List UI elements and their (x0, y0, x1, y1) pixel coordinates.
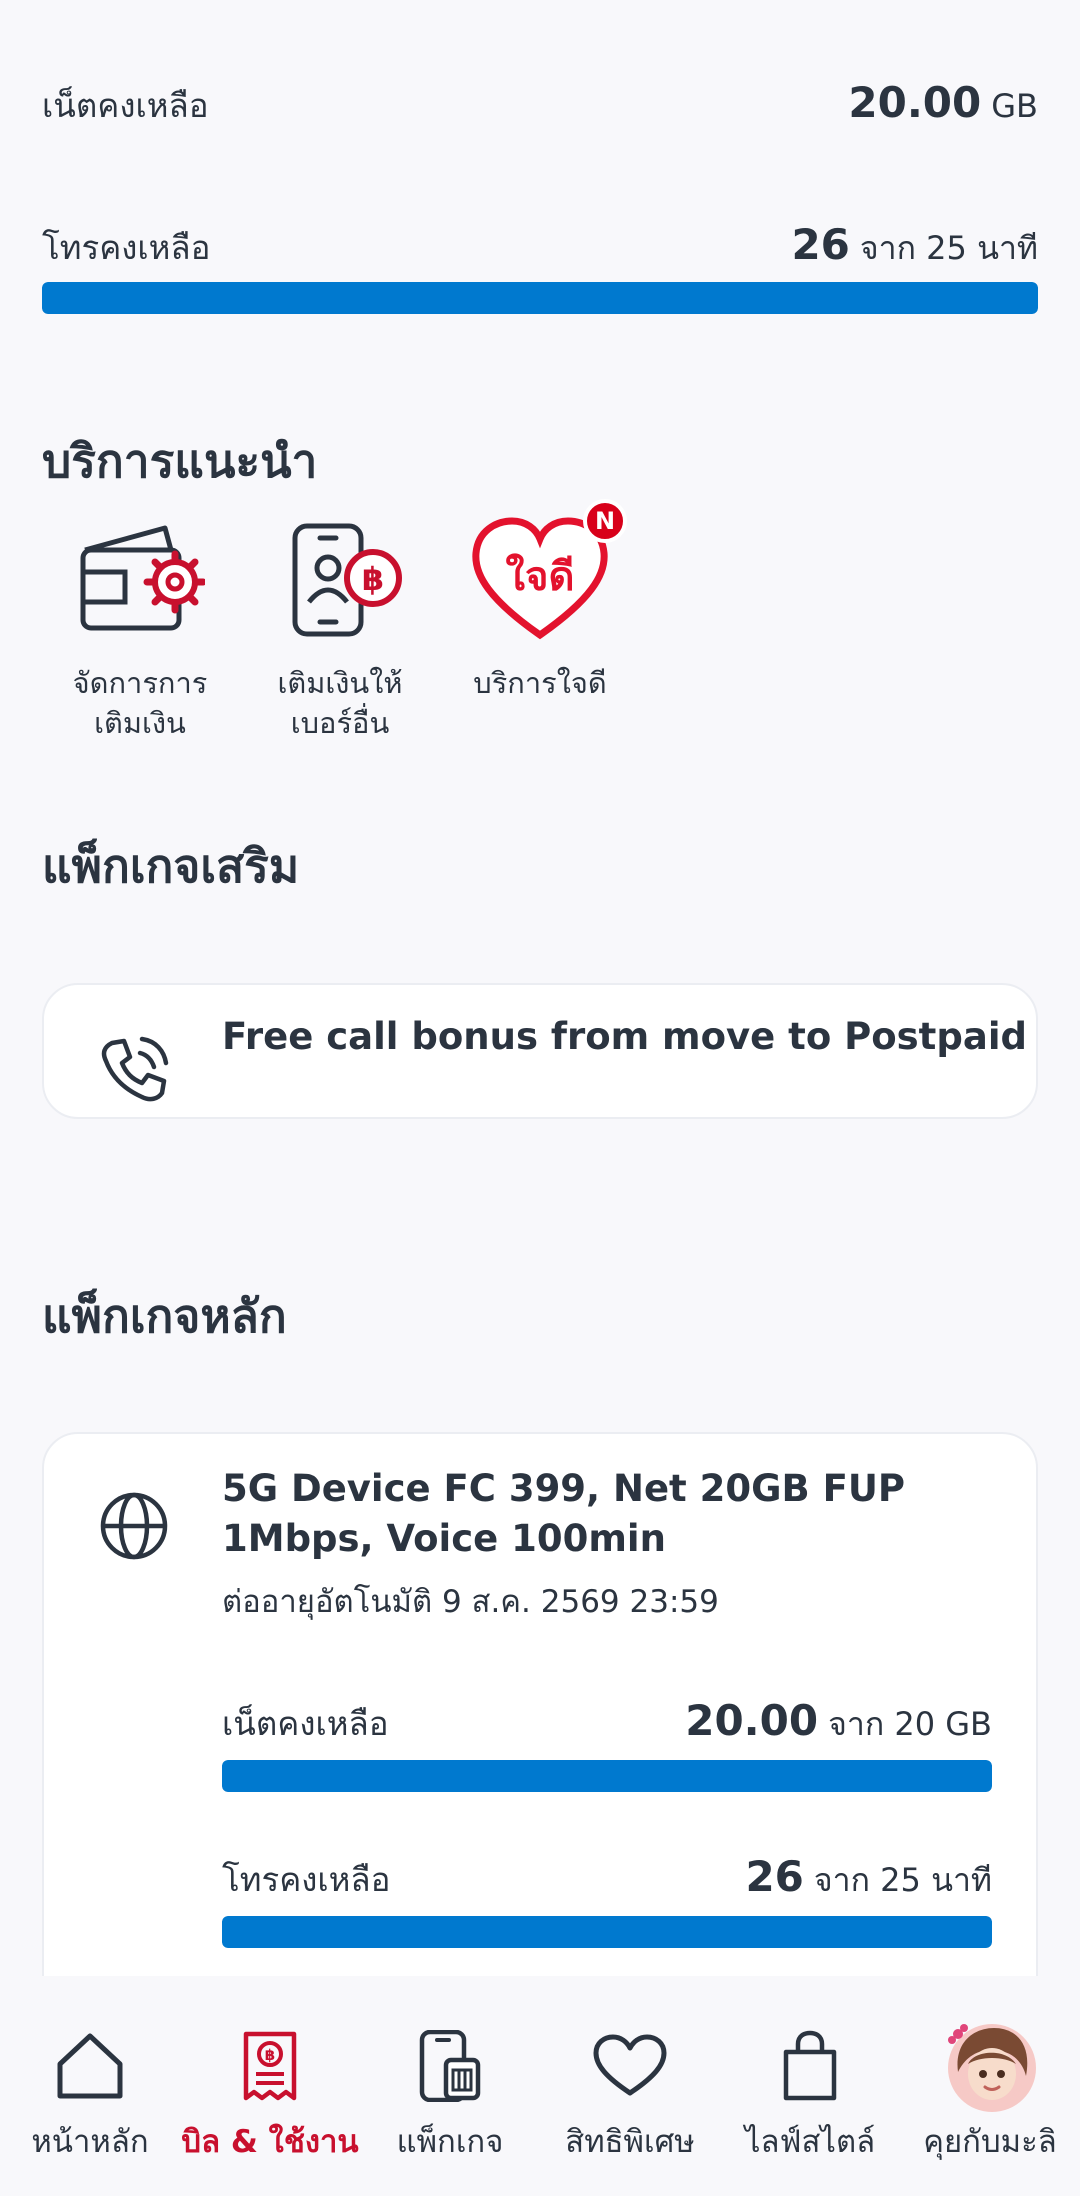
data-remaining-row: เน็ตคงเหลือ 20.00 GB (42, 78, 1038, 132)
addon-title: แพ็กเกจเสริม (42, 839, 300, 893)
package-data-bar-fill (222, 1760, 992, 1792)
service-topup-manage-label: จัดการการ เติมเงิน (45, 663, 235, 743)
recommended-title: บริการแนะนำ (42, 434, 318, 488)
package-renew-text: ต่ออายุอัตโนมัติ 9 ส.ค. 2569 23:59 (222, 1584, 719, 1620)
data-remaining-value: 20.00 (848, 78, 982, 127)
nav-bill-usage[interactable]: ฿ บิล & ใช้งาน (180, 2026, 360, 2166)
voice-remaining-label: โทรคงเหลือ (42, 228, 211, 267)
package-voice-bar-fill (222, 1916, 992, 1948)
home-icon (52, 2026, 128, 2106)
voice-remaining-bar (42, 282, 1038, 314)
wallet-gear-icon (45, 505, 235, 655)
nav-chat-mali-label: คุยกับมะลิ (923, 2124, 1057, 2160)
voice-remaining-row: โทรคงเหลือ 26 จาก 25 นาที (42, 220, 1038, 274)
data-remaining-value-group: 20.00 GB (848, 78, 1038, 127)
package-voice-label: โทรคงเหลือ (222, 1860, 391, 1899)
package-voice-unit: จาก 25 นาที (813, 1861, 992, 1899)
phone-call-icon (98, 1033, 170, 1109)
nav-lifestyle-label: ไลฟ์สไตล์ (744, 2124, 876, 2160)
jaidee-heart-text: ใจดี (506, 553, 575, 600)
globe-icon (98, 1490, 170, 1566)
main-package-title: แพ็กเกจหลัก (42, 1289, 287, 1343)
nav-lifestyle[interactable]: ไลฟ์สไตล์ (720, 2026, 900, 2166)
service-topup-manage-label-line1: จัดการการ (72, 666, 208, 700)
service-topup-other-label: เติมเงินให้ เบอร์อื่น (245, 663, 435, 743)
service-topup-manage-label-line2: เติมเงิน (94, 706, 186, 740)
heart-icon (592, 2026, 668, 2106)
package-voice-value-group: 26 จาก 25 นาที (745, 1852, 992, 1906)
package-data-label: เน็ตคงเหลือ (222, 1704, 389, 1743)
package-data-value-group: 20.00 จาก 20 GB (685, 1696, 992, 1750)
service-jaidee-label-line1: บริการใจดี (473, 666, 607, 700)
bottom-nav: หน้าหลัก ฿ บิล & ใช้งาน แพ็กเกจ สิทธิพิเ… (0, 1976, 1080, 2196)
package-voice-row: โทรคงเหลือ 26 จาก 25 นาที (222, 1852, 992, 1906)
bill-icon: ฿ (240, 2026, 300, 2106)
jaidee-heart-icon: ใจดี N (445, 499, 635, 655)
package-data-bar (222, 1760, 992, 1792)
service-jaidee[interactable]: ใจดี N บริการใจดี (445, 499, 635, 703)
main-package-card[interactable]: 5G Device FC 399, Net 20GB FUP 1Mbps, Vo… (42, 1432, 1038, 2052)
nav-home[interactable]: หน้าหลัก (0, 2026, 180, 2166)
service-topup-other[interactable]: ฿ เติมเงินให้ เบอร์อื่น (245, 505, 435, 743)
nav-privileges[interactable]: สิทธิพิเศษ (540, 2026, 720, 2166)
new-badge: N (583, 499, 627, 543)
nav-privileges-label: สิทธิพิเศษ (565, 2124, 695, 2160)
phone-baht-icon: ฿ (245, 505, 435, 655)
voice-remaining-bar-fill (42, 282, 1038, 314)
service-topup-other-label-line1: เติมเงินให้ (277, 666, 403, 700)
service-topup-manage[interactable]: จัดการการ เติมเงิน (45, 505, 235, 743)
nav-package-label: แพ็กเกจ (396, 2124, 504, 2160)
data-remaining-label: เน็ตคงเหลือ (42, 86, 209, 125)
voice-remaining-value: 26 (791, 220, 850, 269)
addon-item-label: Free call bonus from move to Postpaid (222, 1015, 1027, 1058)
svg-text:฿: ฿ (362, 560, 384, 598)
nav-package[interactable]: แพ็กเกจ (360, 2026, 540, 2166)
svg-text:฿: ฿ (265, 2046, 275, 2064)
service-jaidee-label: บริการใจดี (445, 663, 635, 703)
mali-avatar (944, 2024, 1036, 2112)
data-remaining-unit: GB (991, 87, 1038, 125)
phone-sim-icon (418, 2026, 482, 2106)
nav-chat-mali[interactable]: คุยกับมะลิ (900, 2024, 1080, 2166)
service-topup-other-label-line2: เบอร์อื่น (290, 706, 390, 740)
package-data-unit: จาก 20 GB (828, 1705, 992, 1743)
nav-home-label: หน้าหลัก (31, 2124, 149, 2160)
package-voice-value: 26 (745, 1852, 804, 1901)
nav-bill-usage-label: บิล & ใช้งาน (181, 2124, 359, 2160)
addon-card[interactable]: Free call bonus from move to Postpaid (42, 983, 1038, 1119)
package-data-row: เน็ตคงเหลือ 20.00 จาก 20 GB (222, 1696, 992, 1750)
package-data-value: 20.00 (685, 1696, 819, 1745)
package-name: 5G Device FC 399, Net 20GB FUP 1Mbps, Vo… (222, 1467, 906, 1560)
voice-remaining-value-group: 26 จาก 25 นาที (791, 220, 1038, 274)
shopping-bag-icon (780, 2026, 840, 2106)
voice-remaining-unit: จาก 25 นาที (859, 229, 1038, 267)
package-voice-bar (222, 1916, 992, 1948)
